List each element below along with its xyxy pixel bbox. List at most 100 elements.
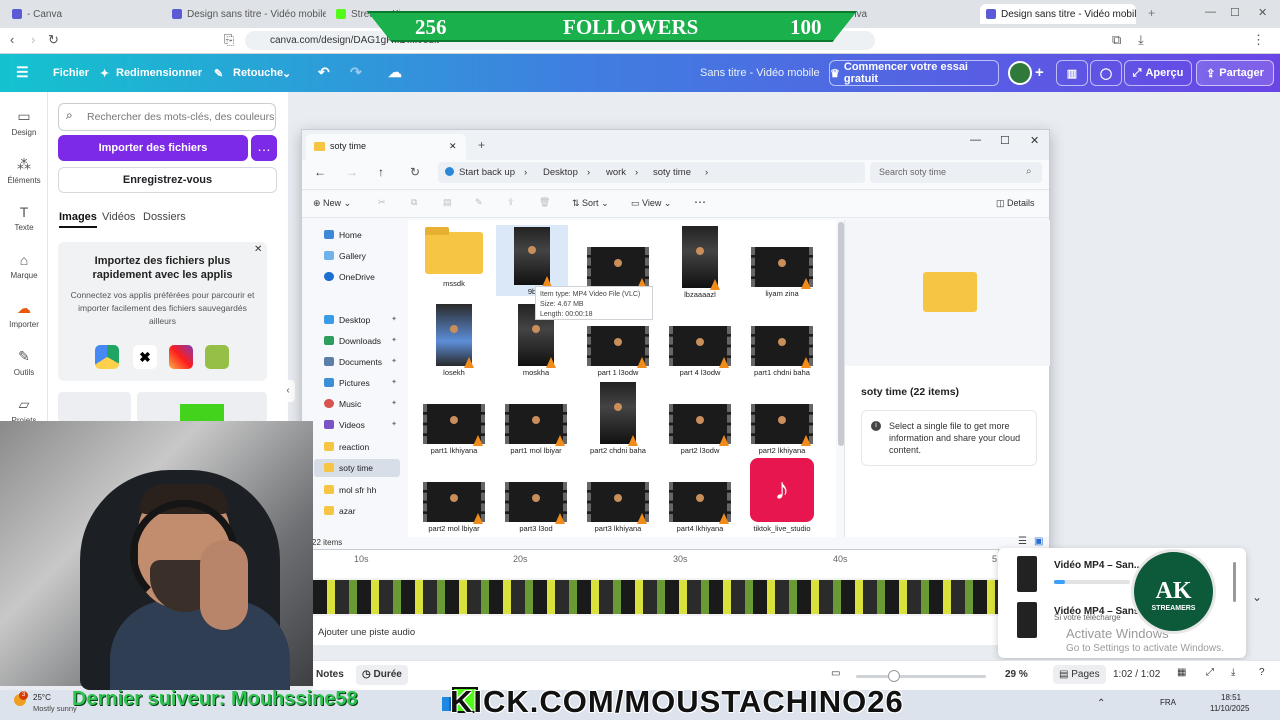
tree-item-downloads[interactable]: Downloads ✦: [314, 332, 400, 350]
forward-arrow-icon[interactable]: →: [346, 165, 358, 179]
close-tab-icon[interactable]: ✕: [449, 141, 457, 152]
help-icon[interactable]: ?: [1259, 667, 1265, 678]
tree-item-music[interactable]: Music ✦: [314, 395, 400, 413]
breadcrumb-item[interactable]: Desktop: [543, 167, 578, 178]
refresh-icon[interactable]: ↻: [410, 165, 420, 179]
tab-images[interactable]: Images: [59, 211, 97, 228]
document-title[interactable]: Sans titre - Vidéo mobile: [700, 67, 820, 79]
retouch-menu[interactable]: Retouche: [233, 67, 283, 79]
list-view-icon[interactable]: ☰: [1018, 536, 1027, 547]
file-item[interactable]: liyam zina: [742, 247, 822, 298]
zoom-slider[interactable]: [856, 675, 986, 678]
cloud-save-icon[interactable]: ☁: [388, 64, 402, 81]
rail-brand[interactable]: ⌂ Marque: [0, 252, 48, 280]
up-arrow-icon[interactable]: ↑: [378, 165, 384, 179]
minimize-icon[interactable]: —: [970, 134, 981, 146]
file-item[interactable]: part2 l3odw: [660, 404, 740, 455]
google-drive-icon[interactable]: [95, 345, 119, 369]
file-item[interactable]: part2 mol lbiyar: [414, 482, 494, 533]
maximize-icon[interactable]: ☐: [1230, 6, 1240, 19]
bookmark-icon[interactable]: ⎘: [224, 32, 234, 48]
file-item[interactable]: ♪ tiktok_live_studio: [742, 458, 822, 533]
redo-icon[interactable]: ↷: [350, 64, 362, 81]
fullscreen-icon[interactable]: ⤢: [1206, 667, 1214, 678]
breadcrumb[interactable]: Start back up › Desktop › work › soty ti…: [438, 162, 865, 183]
add-audio-track-button[interactable]: Ajouter une piste audio: [318, 627, 415, 638]
grid-view-icon[interactable]: ▦: [1177, 667, 1186, 678]
share-button[interactable]: ⇪ Partager: [1196, 60, 1274, 86]
tree-item-onedrive[interactable]: OneDrive: [314, 268, 400, 286]
file-item[interactable]: part1 mol lbiyar: [496, 404, 576, 455]
pages-button[interactable]: ▤ Pages: [1053, 665, 1106, 684]
delete-icon[interactable]: 🗑: [539, 197, 550, 208]
tree-item-videos[interactable]: Videos ✦: [314, 416, 400, 434]
download-icon[interactable]: ⤓: [1138, 32, 1144, 48]
close-window-icon[interactable]: ✕: [1030, 134, 1039, 147]
capcut-icon[interactable]: ✖: [133, 345, 157, 369]
breadcrumb-item[interactable]: Start back up: [459, 167, 515, 178]
search-input[interactable]: Rechercher des mots-clés, des couleurs: [58, 103, 276, 131]
file-item[interactable]: part 1 l3odw: [578, 326, 658, 377]
notes-button[interactable]: Notes: [316, 669, 344, 680]
language-indicator[interactable]: FRA: [1160, 698, 1176, 707]
back-arrow-icon[interactable]: ←: [314, 165, 326, 179]
browser-tab[interactable]: nva: [845, 4, 965, 24]
tree-item-soty-time[interactable]: soty time: [314, 459, 400, 477]
paste-icon[interactable]: ▤: [443, 197, 452, 208]
tree-item-documents[interactable]: Documents ✦: [314, 353, 400, 371]
file-item[interactable]: part3 l3od: [496, 482, 576, 533]
free-trial-button[interactable]: ♛ Commencer votre essai gratuit: [829, 60, 999, 86]
file-item[interactable]: part3 lkhiyana: [578, 482, 658, 533]
new-button[interactable]: ⊕ New ⌄: [313, 198, 351, 209]
instagram-icon[interactable]: [169, 345, 193, 369]
file-item[interactable]: part1 lkhiyana: [414, 404, 494, 455]
file-item[interactable]: part4 lkhiyana: [660, 482, 740, 533]
tile-view-icon[interactable]: ▣: [1034, 536, 1043, 547]
undo-icon[interactable]: ↶: [318, 64, 330, 81]
rail-elements[interactable]: ⁂ Éléments: [0, 156, 48, 185]
file-item[interactable]: losekh: [414, 304, 494, 377]
record-button[interactable]: Enregistrez-vous: [58, 167, 277, 193]
tab-folders[interactable]: Dossiers: [143, 211, 186, 223]
minimize-icon[interactable]: —: [1205, 6, 1216, 18]
back-icon[interactable]: ‹: [10, 32, 14, 47]
file-item[interactable]: [578, 247, 658, 289]
file-item[interactable]: part 4 l3odw: [660, 326, 740, 377]
clock-time[interactable]: 18:51: [1221, 693, 1241, 702]
tree-item-gallery[interactable]: Gallery: [314, 247, 400, 265]
fit-icon[interactable]: ▭: [831, 668, 840, 679]
collapse-panel-icon[interactable]: ‹: [281, 380, 295, 402]
menu-icon[interactable]: ⋮: [1252, 32, 1265, 48]
tab-videos[interactable]: Vidéos: [102, 211, 135, 223]
import-files-button[interactable]: Importer des fichiers: [58, 135, 248, 161]
weather-desc[interactable]: Mostly sunny: [33, 704, 77, 713]
details-button[interactable]: ◫ Details: [996, 198, 1035, 209]
tree-item-desktop[interactable]: Desktop ✦: [314, 311, 400, 329]
download-icon[interactable]: ⤓: [1231, 667, 1235, 678]
new-tab-icon[interactable]: +: [478, 138, 485, 152]
file-item[interactable]: lbzaaaazl: [660, 226, 740, 299]
resize-button[interactable]: Redimensionner: [116, 67, 202, 79]
weather-temp[interactable]: 25°C: [33, 693, 51, 702]
share-icon[interactable]: ⇪: [507, 197, 515, 208]
preview-button[interactable]: ⤢ Aperçu: [1124, 60, 1192, 86]
rail-tools[interactable]: ✎ Outils: [0, 348, 48, 377]
copy-icon[interactable]: ⧉: [411, 197, 417, 208]
browser-tab-active[interactable]: Design sans titre - Vidéo mobile✕: [980, 4, 1136, 24]
comments-button[interactable]: ◯: [1090, 60, 1122, 86]
view-button[interactable]: ▭ View ⌄: [631, 198, 671, 209]
tray-chevron-icon[interactable]: ⌃: [1097, 698, 1105, 709]
zoom-slider-thumb[interactable]: [888, 670, 900, 682]
duration-button[interactable]: ◷ Durée: [356, 665, 408, 685]
tree-item-reaction[interactable]: reaction: [314, 438, 400, 456]
insights-button[interactable]: ▥: [1056, 60, 1088, 86]
zoom-level[interactable]: 29 %: [1005, 669, 1028, 680]
tree-item-azar[interactable]: azar: [314, 502, 400, 520]
rail-design[interactable]: ▭ Design: [0, 108, 48, 137]
avatar[interactable]: [1008, 61, 1032, 85]
file-item[interactable]: mssdk: [414, 227, 494, 288]
clock-date[interactable]: 11/10/2025: [1210, 704, 1249, 713]
maximize-icon[interactable]: ☐: [1000, 134, 1010, 147]
tree-item-pictures[interactable]: Pictures ✦: [314, 374, 400, 392]
more-options-button[interactable]: …: [251, 135, 277, 161]
